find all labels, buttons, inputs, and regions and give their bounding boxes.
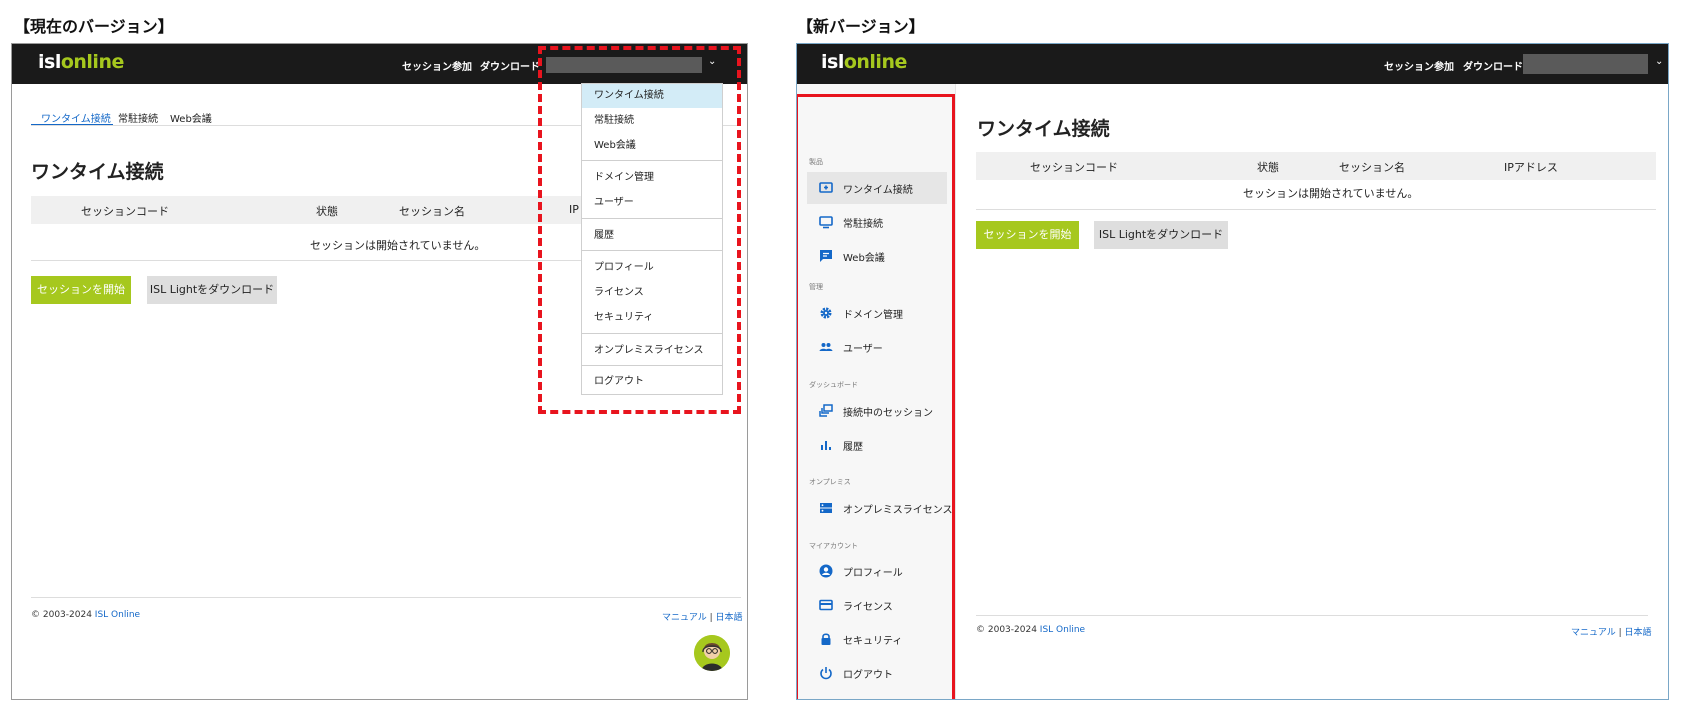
tab-web-meeting[interactable]: Web会議 bbox=[170, 110, 212, 125]
new-version-window: islonline セッション参加 ダウンロード ⌄ 製品 ワンタイム接続 常駐… bbox=[796, 43, 1669, 700]
new-version-caption: 【新バージョン】 bbox=[797, 17, 925, 36]
footer-divider bbox=[31, 597, 741, 598]
empty-sessions-message: セッションは開始されていません。 bbox=[1243, 187, 1419, 200]
column-session-code: セッションコード bbox=[81, 205, 169, 218]
sidebar-border bbox=[955, 84, 956, 699]
download-link[interactable]: ダウンロード bbox=[1463, 58, 1523, 73]
isl-online-logo[interactable]: islonline bbox=[38, 51, 124, 73]
language-link[interactable]: 日本語 bbox=[716, 613, 743, 623]
current-version-window: islonline セッション参加 ダウンロード ⌄ ワンタイム接続 常駐接続 … bbox=[11, 43, 748, 700]
join-session-link[interactable]: セッション参加 bbox=[1384, 58, 1454, 73]
tab-onetime[interactable]: ワンタイム接続 bbox=[41, 110, 111, 125]
join-session-link[interactable]: セッション参加 bbox=[402, 58, 472, 73]
tab-resident[interactable]: 常駐接続 bbox=[118, 110, 158, 125]
manual-link[interactable]: マニュアル bbox=[662, 613, 707, 623]
column-session-code: セッションコード bbox=[1030, 161, 1118, 174]
chevron-down-icon[interactable]: ⌄ bbox=[1655, 56, 1663, 67]
copyright: © 2003-2024 ISL Online bbox=[31, 610, 141, 620]
column-ip-address: IPアドレス bbox=[1504, 161, 1558, 174]
footer-divider bbox=[976, 615, 1648, 616]
column-session-name: セッション名 bbox=[1339, 161, 1405, 174]
column-status: 状態 bbox=[1257, 161, 1279, 174]
isl-online-link[interactable]: ISL Online bbox=[1040, 625, 1085, 635]
copyright: © 2003-2024 ISL Online bbox=[976, 625, 1086, 635]
top-bar: islonline セッション参加 ダウンロード ⌄ bbox=[797, 44, 1668, 84]
dropdown-highlight-box bbox=[538, 46, 741, 414]
column-status: 状態 bbox=[316, 205, 338, 218]
download-isl-light-button[interactable]: ISL Lightをダウンロード bbox=[147, 276, 277, 304]
table-bottom-divider bbox=[976, 209, 1656, 210]
footer-links: マニュアル | 日本語 bbox=[1571, 628, 1652, 638]
page-title: ワンタイム接続 bbox=[31, 161, 164, 183]
start-session-button[interactable]: セッションを開始 bbox=[976, 221, 1079, 249]
start-session-button[interactable]: セッションを開始 bbox=[31, 276, 131, 304]
sessions-table-header: セッションコード 状態 セッション名 IP bbox=[31, 196, 581, 224]
support-agent-avatar[interactable] bbox=[694, 635, 730, 671]
empty-sessions-message: セッションは開始されていません。 bbox=[310, 239, 486, 252]
sidebar-highlight-box bbox=[797, 94, 955, 699]
footer-links: マニュアル | 日本語 bbox=[662, 613, 743, 623]
column-session-name: セッション名 bbox=[399, 205, 465, 218]
user-account-dropdown[interactable] bbox=[1523, 54, 1648, 74]
isl-online-link[interactable]: ISL Online bbox=[95, 610, 140, 620]
isl-online-logo[interactable]: islonline bbox=[821, 51, 907, 73]
current-version-caption: 【現在のバージョン】 bbox=[14, 17, 174, 36]
table-bottom-divider bbox=[31, 260, 581, 261]
language-link[interactable]: 日本語 bbox=[1625, 628, 1652, 638]
download-link[interactable]: ダウンロード bbox=[480, 58, 540, 73]
sessions-table-header: セッションコード 状態 セッション名 IPアドレス bbox=[976, 152, 1656, 180]
download-isl-light-button[interactable]: ISL Lightをダウンロード bbox=[1094, 221, 1228, 249]
page-title: ワンタイム接続 bbox=[977, 118, 1110, 140]
manual-link[interactable]: マニュアル bbox=[1571, 628, 1616, 638]
